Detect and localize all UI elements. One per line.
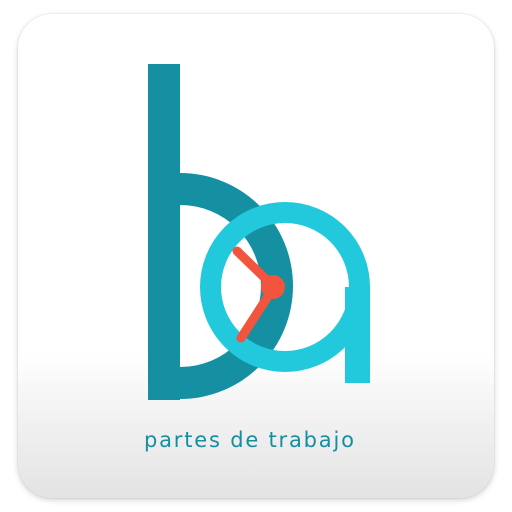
app-icon-canvas: partes de trabajo [0,0,512,512]
k-stem [148,64,180,400]
a-stem [345,287,370,383]
clock-center-dot [261,275,285,299]
logo-tagline: partes de trabajo [144,428,356,452]
